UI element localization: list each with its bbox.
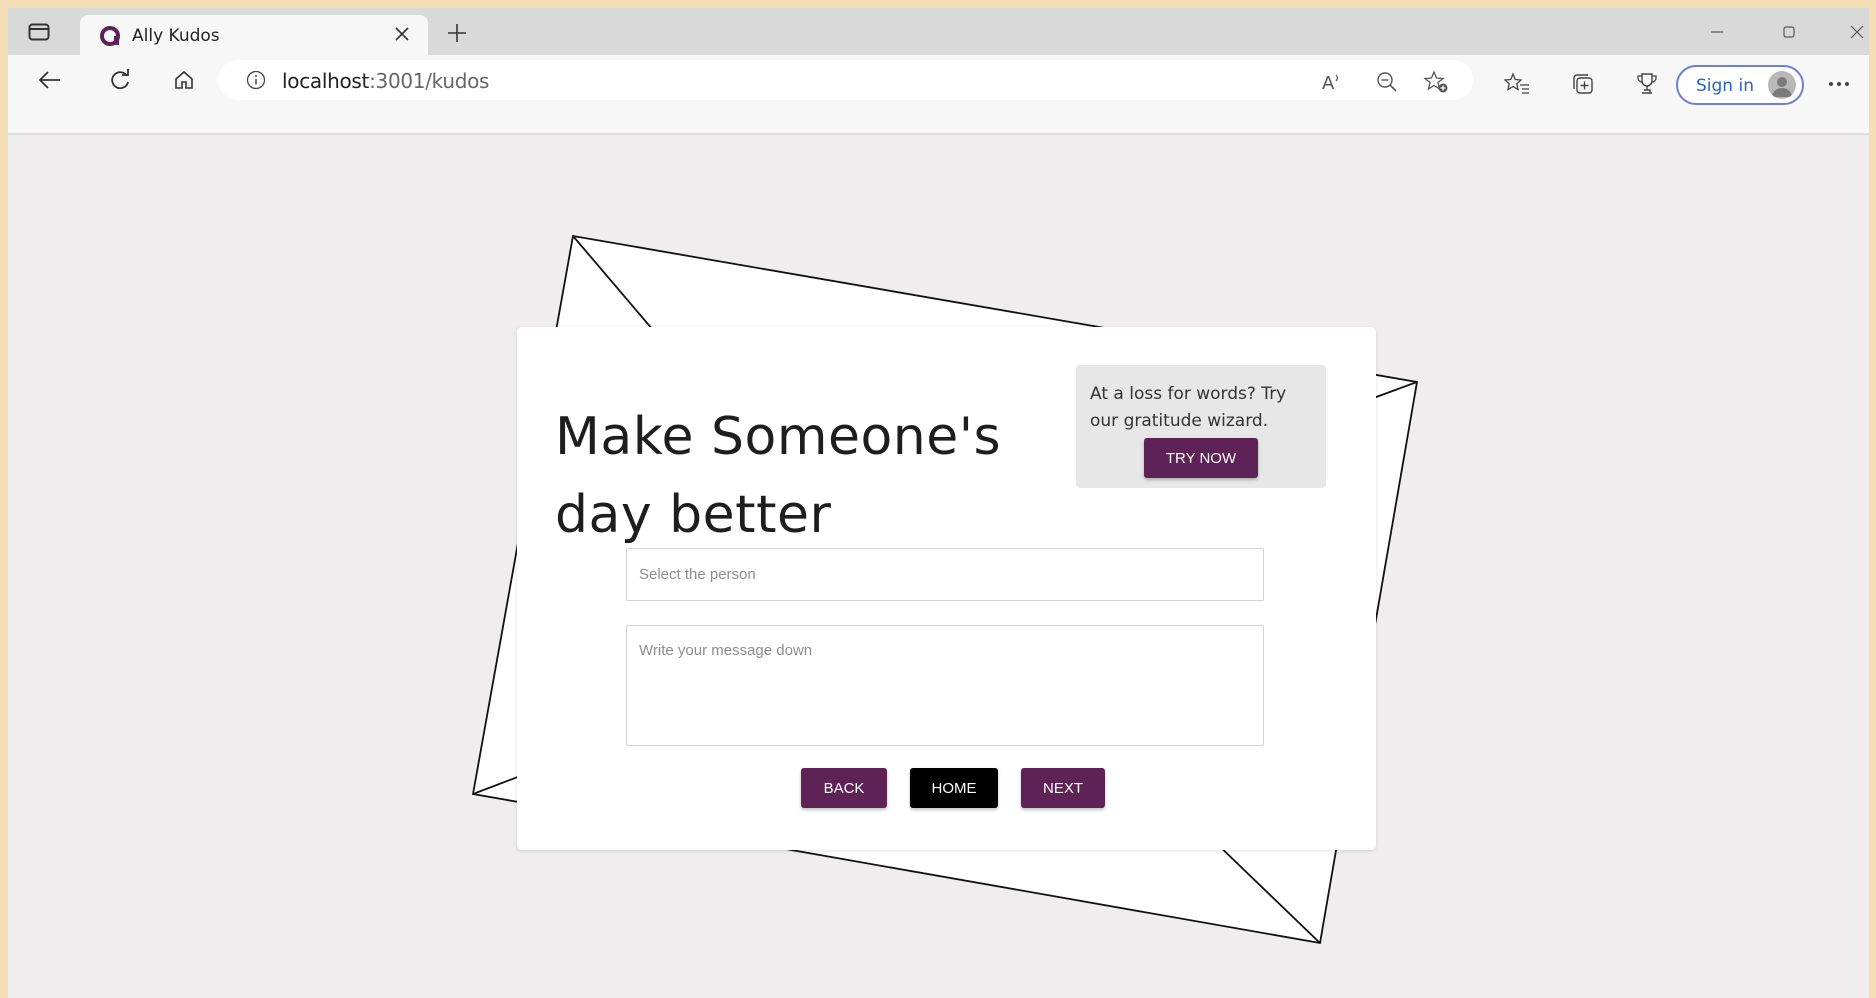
minimize-icon[interactable] [1694,16,1740,48]
sign-in-button[interactable]: Sign in [1676,65,1804,105]
trophy-icon[interactable] [1632,69,1662,99]
close-icon[interactable] [390,22,414,46]
message-textarea[interactable]: Write your message down [626,625,1264,746]
wizard-text: At a loss for words? Try our gratitude w… [1090,384,1287,431]
tab-title: Ally Kudos [132,26,220,46]
svg-text:A: A [1322,73,1335,93]
tab-actions-icon[interactable] [24,19,54,45]
try-now-button[interactable]: TRY NOW [1144,438,1258,478]
next-button[interactable]: NEXT [1021,768,1105,808]
sign-in-label: Sign in [1696,76,1754,96]
wizard-promo: At a loss for words? Try our gratitude w… [1076,365,1326,488]
address-bar[interactable]: localhost:3001/kudos A [218,60,1473,100]
browser-window: Ally Kudos localhost:3001/kudos A Sign i… [8,8,1869,998]
window-close-icon[interactable] [1834,16,1869,48]
back-button[interactable]: BACK [801,768,887,808]
tab-ally-kudos[interactable]: Ally Kudos [80,15,428,55]
info-icon[interactable] [246,70,266,95]
arrow-left-icon[interactable] [32,62,68,98]
page-title: Make Someone's day better [555,406,1002,545]
ally-logo-icon [100,26,120,46]
kudos-card: Make Someone's day better At a loss for … [517,327,1376,850]
avatar-icon [1768,71,1796,99]
collections-icon[interactable] [1568,69,1598,99]
add-favorite-icon[interactable] [1422,68,1450,96]
browser-toolbar: localhost:3001/kudos A Sign in [8,55,1869,135]
restore-icon[interactable] [1766,16,1812,48]
url-text: localhost:3001/kudos [282,69,490,93]
more-icon[interactable] [1824,69,1854,99]
home-icon[interactable] [166,62,202,98]
read-aloud-icon[interactable]: A [1319,68,1347,96]
zoom-out-icon[interactable] [1373,68,1401,96]
refresh-icon[interactable] [102,62,138,98]
home-button[interactable]: HOME [910,768,998,808]
plus-icon[interactable] [442,18,472,48]
favorites-icon[interactable] [1502,69,1532,99]
select-person-placeholder: Select the person [639,566,756,583]
tab-bar: Ally Kudos [8,8,1869,55]
page-content: Make Someone's day better At a loss for … [8,135,1869,998]
message-placeholder: Write your message down [639,642,813,659]
select-person-input[interactable]: Select the person [626,548,1264,601]
